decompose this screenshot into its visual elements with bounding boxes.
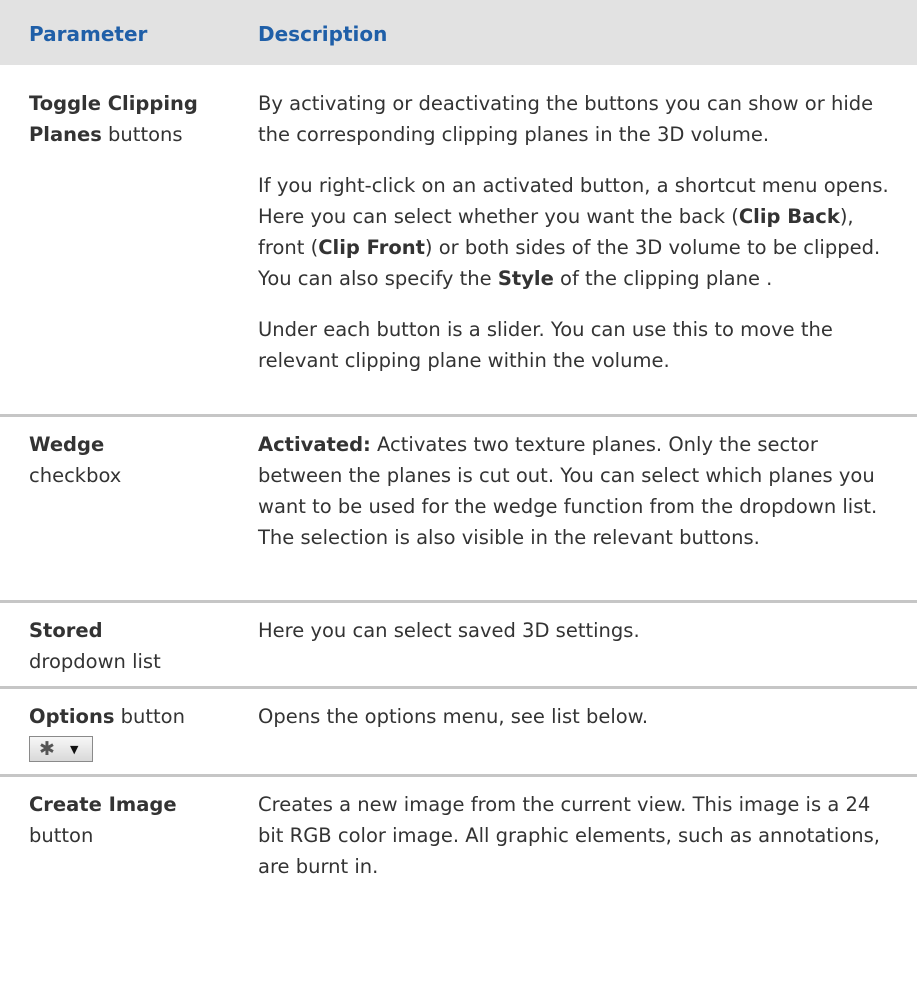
- table-row: Wedge checkbox Activated: Activates two …: [0, 417, 917, 603]
- param-name: Options: [29, 705, 115, 728]
- param-name: Stored: [29, 619, 103, 642]
- table-header: Parameter Description: [0, 0, 917, 65]
- table-row: Create Image button Creates a new image …: [0, 777, 917, 927]
- param-name: Wedge: [29, 433, 105, 456]
- desc-paragraph: By activating or deactivating the button…: [258, 92, 874, 146]
- param-cell: Wedge checkbox: [29, 429, 219, 491]
- param-cell: Toggle Clipping Planes buttons: [29, 88, 229, 150]
- options-button[interactable]: ✱ ▼: [29, 736, 93, 762]
- desc-paragraph: If you right-click on an activated butto…: [258, 174, 889, 290]
- table-row: Stored dropdown list Here you can select…: [0, 603, 917, 689]
- gear-icon: ✱: [39, 738, 55, 760]
- desc-cell: Creates a new image from the current vie…: [258, 793, 880, 878]
- param-type: checkbox: [29, 464, 122, 487]
- desc-paragraph: Under each button is a slider. You can u…: [258, 318, 833, 372]
- param-type: dropdown list: [29, 650, 161, 673]
- chevron-down-icon: ▼: [70, 743, 79, 756]
- param-type: button: [29, 824, 94, 847]
- header-parameter: Parameter: [29, 22, 148, 46]
- desc-cell: By activating or deactivating the button…: [258, 88, 898, 376]
- desc-cell: Here you can select saved 3D settings.: [258, 619, 640, 642]
- param-type: buttons: [101, 123, 183, 146]
- param-cell: Stored dropdown list: [29, 615, 219, 677]
- param-cell: Create Image button: [29, 789, 219, 851]
- table-row: Toggle Clipping Planes buttons By activa…: [0, 65, 917, 417]
- header-description: Description: [258, 22, 388, 46]
- desc-cell: Opens the options menu, see list below.: [258, 705, 649, 728]
- desc-cell: Activated: Activates two texture planes.…: [258, 433, 878, 549]
- param-cell: Options button ✱ ▼: [29, 701, 219, 763]
- table-row: Options button ✱ ▼ Opens the options men…: [0, 689, 917, 777]
- param-name: Create Image: [29, 793, 177, 816]
- parameter-table: Parameter Description Toggle Clipping Pl…: [0, 0, 917, 927]
- param-type: button: [114, 705, 185, 728]
